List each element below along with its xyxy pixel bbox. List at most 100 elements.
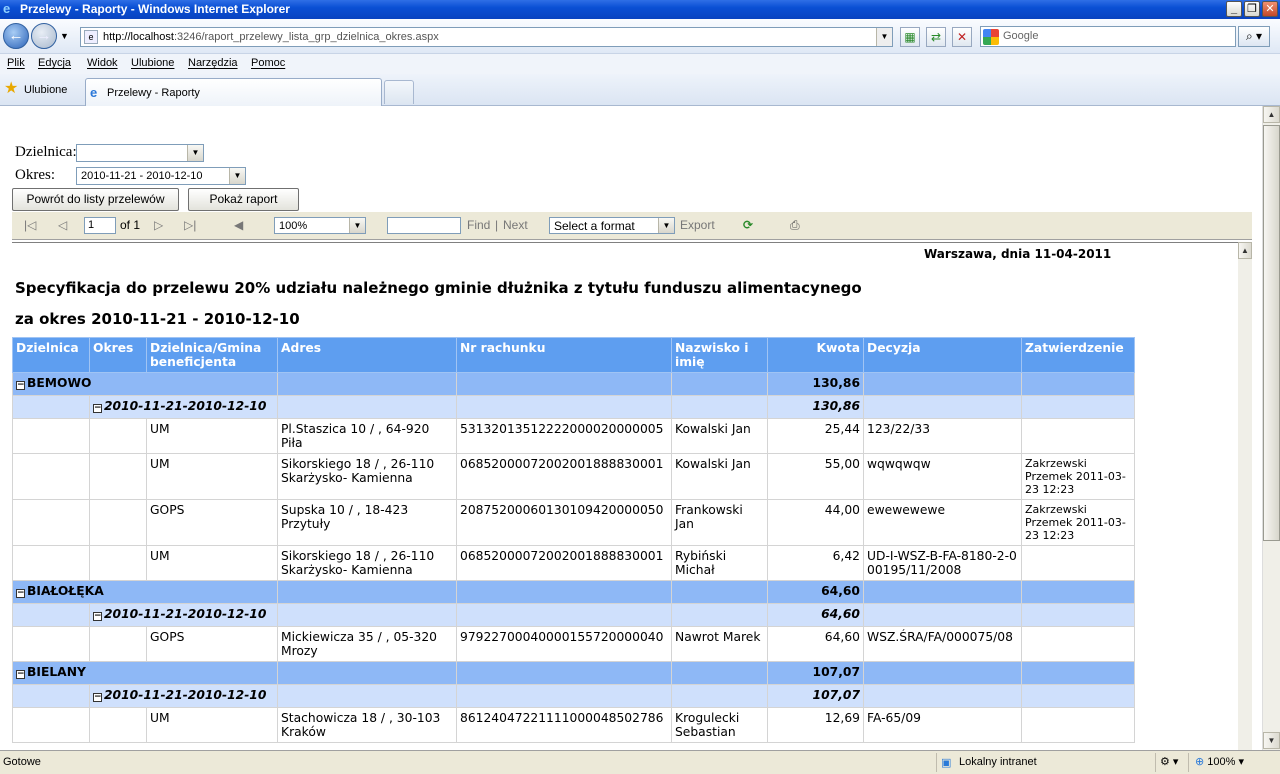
find-link[interactable]: Find	[467, 218, 490, 232]
nazwisko-cell: Frankowski Jan	[671, 499, 768, 546]
menu-ulubione[interactable]: Ulubione	[131, 57, 174, 69]
scroll-down-icon[interactable]: ▼	[1263, 732, 1280, 749]
report-dateline: Warszawa, dnia 11-04-2011	[924, 247, 1112, 261]
intranet-icon: ▣	[941, 757, 952, 769]
column-header: Dzielnica/Gmina beneficjenta	[146, 337, 278, 373]
page-content: Dzielnica: ▼ Okres: 2010-11-21 - 2010-12…	[0, 106, 1262, 750]
scroll-up-icon[interactable]: ▲	[1263, 106, 1280, 123]
page-number-input[interactable]: 1	[84, 217, 116, 234]
forward-button[interactable]: →	[31, 23, 57, 49]
menu-edycja[interactable]: Edycja	[38, 57, 71, 69]
collapse-icon[interactable]: −	[16, 670, 25, 679]
group-cell[interactable]: − BIAŁOŁĘKA	[12, 580, 278, 604]
kwota-cell: 6,42	[767, 545, 864, 581]
stop-icon[interactable]: ✕	[952, 27, 972, 47]
menu-plik[interactable]: Plik	[7, 57, 25, 69]
kwota-cell: 64,60	[767, 626, 864, 662]
compatibility-view-icon[interactable]: ▦	[900, 27, 920, 47]
period-row: −2010-11-21-2010-12-10 107,07	[12, 684, 1135, 708]
address-dropdown-icon[interactable]: ▼	[876, 28, 892, 46]
address-input[interactable]: e http://localhost:3246/raport_przelewy_…	[80, 27, 893, 47]
prev-page-icon[interactable]: ◁	[58, 218, 67, 232]
nazwisko-cell: Nawrot Marek	[671, 626, 768, 662]
group-row: − BIELANY 107,07	[12, 661, 1135, 685]
next-page-icon[interactable]: ▷	[154, 218, 163, 232]
page-scrollbar[interactable]: ▲ ▼	[1262, 106, 1280, 750]
scroll-thumb[interactable]	[1263, 125, 1280, 541]
tab-bar: ★ Ulubione e Przelewy - Raporty	[0, 74, 1280, 106]
collapse-icon[interactable]: −	[16, 381, 25, 390]
menu-widok[interactable]: Widok	[87, 57, 118, 69]
close-window-button[interactable]: ✕	[1262, 1, 1278, 17]
scroll-up-icon[interactable]: ▲	[1238, 242, 1252, 259]
kwota-cell: 25,44	[767, 418, 864, 454]
table-row: UM Sikorskiego 18 / , 26-110 Skarżysko- K…	[12, 453, 1135, 500]
period-cell[interactable]: −2010-11-21-2010-12-10	[89, 395, 278, 419]
decyzja-cell: UD-I-WSZ-B-FA-8180-2-000195/11/2008	[863, 545, 1022, 581]
export-link[interactable]: Export	[680, 218, 715, 232]
nazwisko-cell: Kowalski Jan	[671, 418, 768, 454]
minimize-button[interactable]: _	[1226, 1, 1242, 17]
search-button[interactable]: ⌕ ▾	[1238, 26, 1270, 47]
zone-indicator[interactable]: ▣ Lokalny intranet	[936, 753, 1152, 772]
zatwierdzenie-cell	[1021, 418, 1135, 454]
menu-pomoc[interactable]: Pomoc	[251, 57, 285, 69]
group-cell[interactable]: − BIELANY	[12, 661, 278, 685]
refresh-report-icon[interactable]: ⟳	[743, 218, 753, 232]
okres-select[interactable]: 2010-11-21 - 2010-12-10 ▼	[76, 167, 246, 185]
chevron-down-icon: ▼	[658, 218, 674, 233]
zatwierdzenie-cell: Zakrzewski Przemek 2011-03-23 12:23	[1021, 453, 1135, 500]
adres-cell: Mickiewicza 35 / , 05-320 Mrozy	[277, 626, 457, 662]
back-button[interactable]: ←	[3, 23, 29, 49]
first-page-icon[interactable]: |◁	[24, 218, 36, 232]
collapse-icon[interactable]: −	[93, 693, 102, 702]
column-header: Nr rachunku	[456, 337, 672, 373]
dzielnica-select[interactable]: ▼	[76, 144, 204, 162]
zoom-level[interactable]: ⊕ 100% ▾	[1188, 753, 1260, 772]
new-tab-button[interactable]	[384, 80, 414, 104]
table-row: UM Pl.Staszica 10 / , 64-920 Piła 53132013…	[12, 418, 1135, 454]
browser-window: e Przelewy - Raporty - Windows Internet …	[0, 0, 1280, 774]
period-cell[interactable]: −2010-11-21-2010-12-10	[89, 603, 278, 627]
favorites-button[interactable]: ★ Ulubione	[4, 80, 67, 99]
collapse-icon[interactable]: −	[16, 589, 25, 598]
page-icon: e	[84, 30, 98, 44]
history-dropdown-icon[interactable]: ▼	[60, 31, 69, 41]
ie-logo-icon: e	[3, 1, 11, 16]
export-format-select[interactable]: Select a format ▼	[549, 217, 675, 234]
group-cell[interactable]: − BEMOWO	[12, 372, 278, 396]
status-bar: Gotowe ▣ Lokalny intranet ⚙ ▾ ⊕ 100% ▾	[0, 750, 1280, 774]
last-page-icon[interactable]: ▷|	[184, 218, 196, 232]
period-cell[interactable]: −2010-11-21-2010-12-10	[89, 684, 278, 708]
group-name: BEMOWO	[27, 376, 92, 390]
status-text: Gotowe	[3, 756, 41, 768]
collapse-icon[interactable]: −	[93, 612, 102, 621]
zoom-select[interactable]: 100% ▼	[274, 217, 366, 234]
find-next-link[interactable]: Next	[503, 218, 528, 232]
column-header: Nazwisko i imię	[671, 337, 768, 373]
menu-narzedzia[interactable]: Narzędzia	[188, 57, 238, 69]
gmina-cell: UM	[146, 707, 278, 743]
period-name: 2010-11-21-2010-12-10	[104, 688, 267, 702]
find-separator: |	[495, 218, 499, 232]
report-scrollbar[interactable]: ▲	[1238, 242, 1252, 750]
show-report-button[interactable]: Pokaż raport	[188, 188, 299, 211]
refresh-icon[interactable]: ⇄	[926, 27, 946, 47]
print-icon[interactable]: ⎙	[790, 218, 800, 233]
column-header: Dzielnica	[12, 337, 90, 373]
report-viewer: Warszawa, dnia 11-04-2011 Specyfikacja d…	[12, 242, 1250, 750]
back-to-parent-icon[interactable]: ◀	[234, 218, 243, 232]
collapse-icon[interactable]: −	[93, 404, 102, 413]
back-to-list-button[interactable]: Powrót do listy przelewów	[12, 188, 179, 211]
adres-cell: Stachowicza 18 / , 30-103 Kraków	[277, 707, 457, 743]
menu-bar: Plik Edycja Widok Ulubione Narzędzia Pom…	[0, 53, 1280, 74]
find-input[interactable]	[387, 217, 461, 234]
nazwisko-cell: Rybiński Michał	[671, 545, 768, 581]
zatwierdzenie-cell	[1021, 707, 1135, 743]
gmina-cell: GOPS	[146, 499, 278, 546]
protected-mode-icon[interactable]: ⚙ ▾	[1155, 753, 1185, 772]
search-input[interactable]: Google	[980, 26, 1236, 47]
maximize-button[interactable]: ❐	[1244, 1, 1260, 17]
tab-przelewy-raporty[interactable]: e Przelewy - Raporty	[85, 78, 382, 106]
adres-cell: Supska 10 / , 18-423 Przytuły	[277, 499, 457, 546]
